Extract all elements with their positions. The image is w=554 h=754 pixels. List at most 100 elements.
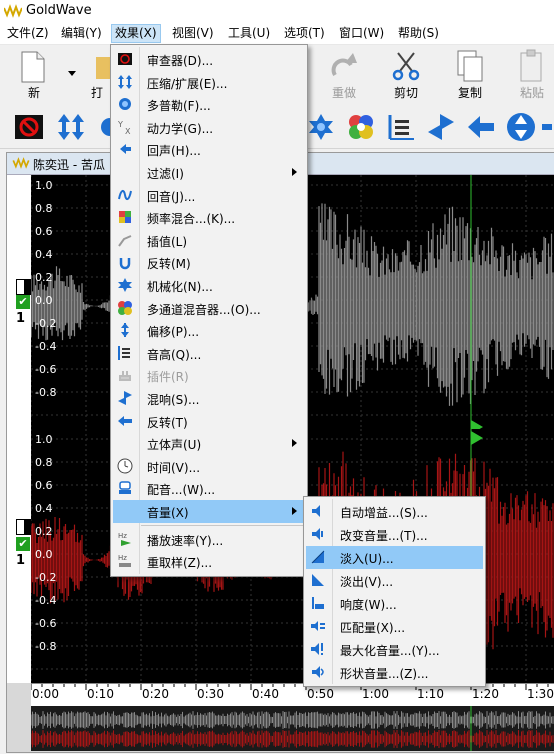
- menu-item-mechanize[interactable]: 机械化(N)...: [113, 274, 305, 297]
- redo-icon: [331, 53, 357, 77]
- play-cursor-marker[interactable]: [471, 420, 483, 429]
- menu-item-maximize-volume[interactable]: 最大化音量...(Y)...: [306, 638, 483, 661]
- timeline-label: 0:50: [307, 687, 334, 701]
- y-axis-label: 0.0: [35, 548, 53, 561]
- redo-button[interactable]: 重做: [320, 45, 368, 105]
- menu-item-label: 响度(W)...: [340, 598, 397, 612]
- y-axis-label: 1.0: [35, 179, 53, 192]
- menu-item-reverse[interactable]: 反转(T): [113, 410, 305, 433]
- menu-item-submenu-20[interactable]: 音量(X): [113, 500, 305, 523]
- y-axis-label: 0.2: [35, 271, 53, 284]
- compressor-icon[interactable]: [56, 112, 86, 142]
- svg-text:Y: Y: [117, 120, 123, 129]
- menu-item-change-volume[interactable]: 改变音量...(T)...: [306, 523, 483, 546]
- menu-window[interactable]: 窗口(W): [336, 25, 387, 42]
- menu-options[interactable]: 选项(T): [281, 25, 328, 42]
- menu-item-playback-rate[interactable]: Hz 播放速率(Y)...: [113, 528, 305, 551]
- left-channel-selector[interactable]: [16, 279, 32, 295]
- channel-mixer-icon[interactable]: [346, 112, 376, 142]
- menu-item-submenu-17[interactable]: 立体声(U): [113, 432, 305, 455]
- mechanize-icon[interactable]: [306, 112, 336, 142]
- more-toolbar-icon[interactable]: [540, 112, 554, 142]
- menu-item-pitch[interactable]: 音高(Q)...: [113, 342, 305, 365]
- menu-item-fade-out[interactable]: 淡出(V)...: [306, 569, 483, 592]
- menu-item-doppler[interactable]: 多普勒(F)...: [113, 93, 305, 116]
- channel-number: 1: [16, 553, 26, 568]
- menu-item-label: 频率混合...(K)...: [147, 212, 236, 227]
- right-channel-enabled-checkbox[interactable]: ✔: [16, 537, 30, 551]
- menu-edit[interactable]: 编辑(Y): [58, 25, 105, 42]
- menu-item-submenu-5[interactable]: 过滤(I): [113, 161, 305, 184]
- menu-item-interpolate[interactable]: 插值(L): [113, 229, 305, 252]
- title-bar: GoldWave: [0, 0, 554, 22]
- menu-item-clock[interactable]: 时间(V)...: [113, 455, 305, 478]
- overview-waveform[interactable]: [30, 706, 554, 751]
- new-dropdown-arrow[interactable]: [68, 71, 76, 76]
- y-axis-label: 0.8: [35, 202, 53, 215]
- menu-item-label: 多普勒(F)...: [147, 99, 211, 114]
- flanger-icon: [118, 189, 132, 200]
- echo-icon: [120, 144, 131, 155]
- menu-item-compressor[interactable]: 压缩/扩展(E)...: [113, 71, 305, 94]
- reverb-icon[interactable]: [426, 112, 456, 142]
- menu-item-label: 压缩/扩展(E)...: [147, 76, 228, 91]
- menu-item-resample[interactable]: Hz 重取样(Z)...: [113, 550, 305, 573]
- menu-item-freq-mix[interactable]: 频率混合...(K)...: [113, 206, 305, 229]
- menu-item-reverb[interactable]: 混响(S)...: [113, 387, 305, 410]
- channel-number: 1: [16, 311, 26, 326]
- y-axis-label: -0.4: [35, 340, 57, 353]
- menu-item-invert[interactable]: 反转(M): [113, 251, 305, 274]
- resample-icon: Hz: [118, 554, 131, 568]
- open-button[interactable]: 打: [82, 45, 112, 105]
- offset-icon[interactable]: [506, 112, 536, 142]
- new-file-icon: [21, 51, 45, 83]
- new-button[interactable]: 新: [10, 45, 58, 105]
- menu-item-examiner[interactable]: 审查器(D)...: [113, 48, 305, 71]
- menu-item-voiceover[interactable]: 配音...(W)...: [113, 477, 305, 500]
- volume-submenu: 自动增益...(S)... 改变音量...(T)... 淡入(U)... 淡出(V).…: [303, 496, 486, 687]
- paste-icon: [520, 49, 542, 82]
- left-channel-enabled-checkbox[interactable]: ✔: [16, 295, 30, 309]
- menu-help[interactable]: 帮助(S): [395, 25, 442, 42]
- change-volume-icon: [312, 528, 323, 540]
- mechanize-icon: [118, 278, 132, 292]
- menu-file[interactable]: 文件(Z): [4, 25, 52, 42]
- menu-item-channel-mixer[interactable]: 多通道混音器...(O)...: [113, 297, 305, 320]
- menu-item-auto-gain[interactable]: 自动增益...(S)...: [306, 500, 483, 523]
- menu-item-label: 淡入(U)...: [340, 552, 394, 566]
- cut-button[interactable]: 剪切: [382, 45, 430, 105]
- overview-svg: [30, 706, 554, 751]
- right-channel-selector[interactable]: [16, 519, 32, 535]
- menu-item-shape-volume[interactable]: 形状音量...(Z)...: [306, 661, 483, 684]
- y-axis-label: -0.2: [35, 571, 57, 584]
- auto-gain-icon: [312, 505, 320, 517]
- effects-menu: 审查器(D)... 压缩/扩展(E)... 多普勒(F)... Y X 动力学(G)...…: [110, 44, 308, 577]
- y-axis-label: 0.6: [35, 225, 53, 238]
- examiner-icon[interactable]: [14, 112, 44, 142]
- menu-item-label: 自动增益...(S)...: [340, 506, 428, 520]
- menu-item-echo[interactable]: 回声(H)...: [113, 138, 305, 161]
- menu-item-match-volume[interactable]: 匹配量(X)...: [306, 615, 483, 638]
- interpolate-icon: [118, 234, 132, 247]
- menu-tools[interactable]: 工具(U): [225, 25, 273, 42]
- menu-item-plugin: 插件(R): [113, 364, 305, 387]
- timeline-label: 1:10: [417, 687, 444, 701]
- reverse-icon[interactable]: [466, 112, 496, 142]
- examiner-icon: [118, 53, 132, 65]
- paste-button[interactable]: 粘贴: [508, 45, 554, 105]
- copy-button[interactable]: 复制: [446, 45, 494, 105]
- play-cursor-marker[interactable]: [471, 431, 483, 445]
- menu-item-loudness[interactable]: 响度(W)...: [306, 592, 483, 615]
- menu-item-fade-in[interactable]: 淡入(U)...: [306, 546, 483, 569]
- menu-item-flanger[interactable]: 回音(J)...: [113, 184, 305, 207]
- menu-effects[interactable]: 效果(X): [111, 24, 161, 43]
- pitch-icon[interactable]: [386, 112, 416, 142]
- menu-item-dynamics[interactable]: Y X 动力学(G)...: [113, 116, 305, 139]
- submenu-arrow-icon: [292, 507, 297, 515]
- menu-view[interactable]: 视图(V): [169, 25, 217, 42]
- menu-item-label: 淡出(V)...: [340, 575, 394, 589]
- menu-item-offset[interactable]: 偏移(P)...: [113, 319, 305, 342]
- menu-item-label: 过滤(I): [147, 167, 184, 181]
- y-axis-label: -0.8: [35, 640, 57, 653]
- y-axis-label: -0.6: [35, 617, 57, 630]
